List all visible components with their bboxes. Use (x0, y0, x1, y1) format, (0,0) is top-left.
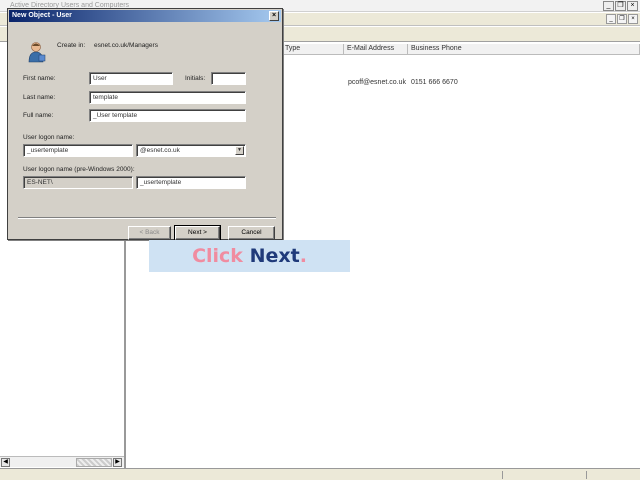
cancel-button[interactable]: Cancel (228, 226, 275, 240)
instruction-callout: Click Next. (149, 240, 350, 272)
chevron-down-icon[interactable]: ▼ (235, 146, 244, 155)
logon-name-field[interactable]: _usertemplate (23, 144, 133, 157)
column-header-email[interactable]: E-Mail Address (344, 44, 408, 55)
close-icon[interactable]: × (627, 1, 638, 11)
minimize-icon[interactable]: _ (603, 1, 614, 11)
status-separator (502, 471, 503, 479)
child-minimize-icon[interactable]: _ (606, 14, 616, 24)
dialog-title: New Object - User (12, 12, 72, 19)
row-phone: 0151 666 6670 (411, 79, 458, 86)
create-in-value: esnet.co.uk/Managers (94, 42, 158, 49)
first-name-label: First name: (23, 75, 56, 82)
logon-name-label: User logon name: (23, 134, 75, 141)
scroll-right-icon[interactable]: ▶ (113, 458, 122, 467)
column-header-type[interactable]: Type (282, 44, 344, 55)
console-statusbar (0, 468, 640, 480)
last-name-label: Last name: (23, 94, 56, 101)
child-restore-icon[interactable]: ❐ (617, 14, 627, 24)
child-close-icon[interactable]: × (628, 14, 638, 24)
scroll-thumb[interactable] (76, 458, 112, 467)
back-button[interactable]: < Back (128, 226, 171, 240)
row-email: pcoff@esnet.co.uk (348, 79, 406, 86)
full-name-field[interactable]: _User template (89, 109, 246, 122)
first-name-field[interactable]: User (89, 72, 173, 85)
create-in-label: Create in: (57, 42, 86, 49)
full-name-label: Full name: (23, 112, 54, 119)
last-name-field[interactable]: template (89, 91, 246, 104)
callout-period: . (299, 245, 307, 267)
initials-field[interactable] (211, 72, 246, 85)
dialog-separator (18, 217, 276, 219)
column-header-phone[interactable]: Business Phone (408, 44, 640, 55)
restore-icon[interactable]: ❐ (615, 1, 626, 11)
pre2000-domain-field: ES-NET\ (23, 176, 133, 189)
domain-select[interactable]: @esnet.co.uk ▼ (136, 144, 246, 157)
next-button[interactable]: Next > (174, 225, 221, 241)
scroll-left-icon[interactable]: ◀ (1, 458, 10, 467)
console-window-buttons: _ ❐ × (603, 1, 638, 11)
callout-word-next: Next (249, 245, 300, 267)
domain-select-value: @esnet.co.uk (140, 147, 180, 154)
child-window-buttons: _ ❐ × (606, 14, 638, 24)
tree-horizontal-scrollbar[interactable]: ◀ ▶ (0, 456, 124, 467)
dialog-titlebar[interactable]: New Object - User × (9, 10, 281, 22)
pre2000-logon-field[interactable]: _usertemplate (136, 176, 246, 189)
initials-label: Initials: (185, 75, 206, 82)
callout-word-click: Click (192, 245, 243, 267)
new-user-dialog: New Object - User × Create in: esnet.co.… (7, 8, 283, 241)
user-icon (28, 42, 46, 63)
status-separator (586, 471, 587, 479)
pre2000-label: User logon name (pre-Windows 2000): (23, 166, 135, 173)
dialog-close-icon[interactable]: × (269, 11, 279, 21)
